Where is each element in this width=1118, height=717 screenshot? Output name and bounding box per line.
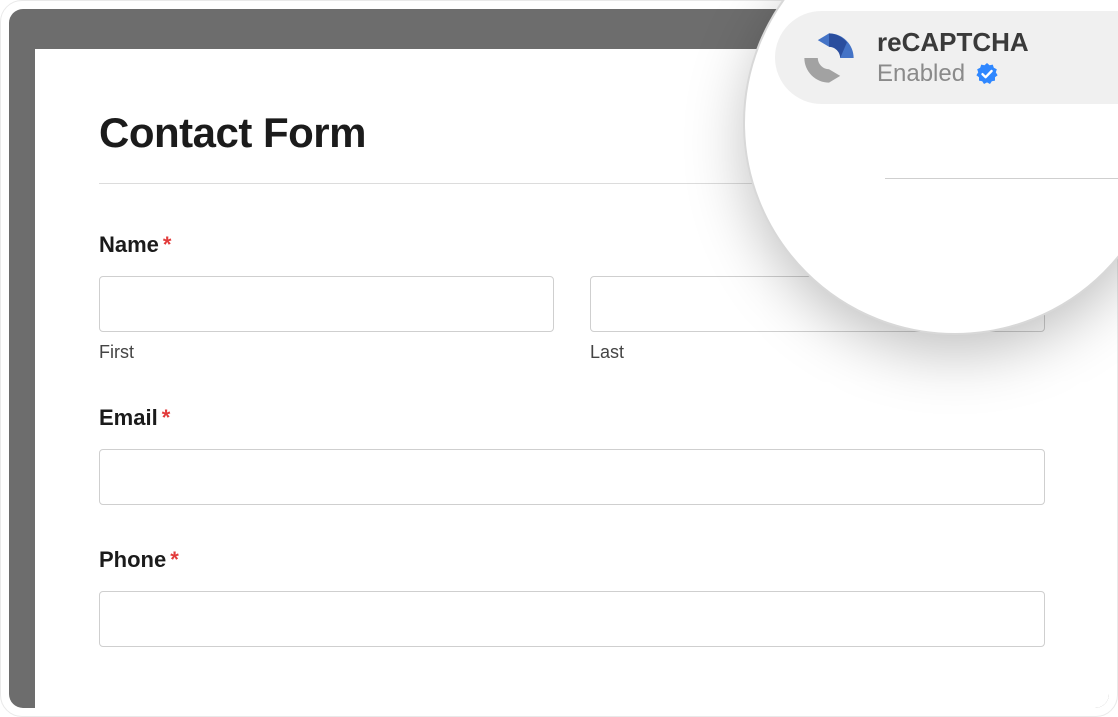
phone-label-text: Phone (99, 547, 166, 572)
recaptcha-badge-text: reCAPTCHA Enabled (877, 27, 1029, 88)
email-label-text: Email (99, 405, 158, 430)
recaptcha-status-row: Enabled (877, 60, 1029, 88)
email-label: Email* (99, 405, 1045, 431)
verified-badge-icon (975, 62, 999, 86)
phone-field-block: Phone* (99, 547, 1045, 647)
required-asterisk: * (163, 232, 172, 257)
first-name-input[interactable] (99, 276, 554, 332)
first-name-col: First (99, 276, 554, 363)
last-name-sublabel: Last (590, 342, 1045, 363)
required-asterisk: * (170, 547, 179, 572)
first-name-sublabel: First (99, 342, 554, 363)
recaptcha-status-text: Enabled (877, 60, 965, 88)
phone-label: Phone* (99, 547, 1045, 573)
recaptcha-title: reCAPTCHA (877, 27, 1029, 58)
outer-card: Contact Form Name* First Last (0, 0, 1118, 717)
recaptcha-icon (801, 30, 857, 86)
magnifier-separator (885, 178, 1118, 179)
phone-input[interactable] (99, 591, 1045, 647)
email-input[interactable] (99, 449, 1045, 505)
email-field-block: Email* (99, 405, 1045, 505)
required-asterisk: * (162, 405, 171, 430)
recaptcha-badge[interactable]: reCAPTCHA Enabled (775, 11, 1118, 104)
name-label-text: Name (99, 232, 159, 257)
